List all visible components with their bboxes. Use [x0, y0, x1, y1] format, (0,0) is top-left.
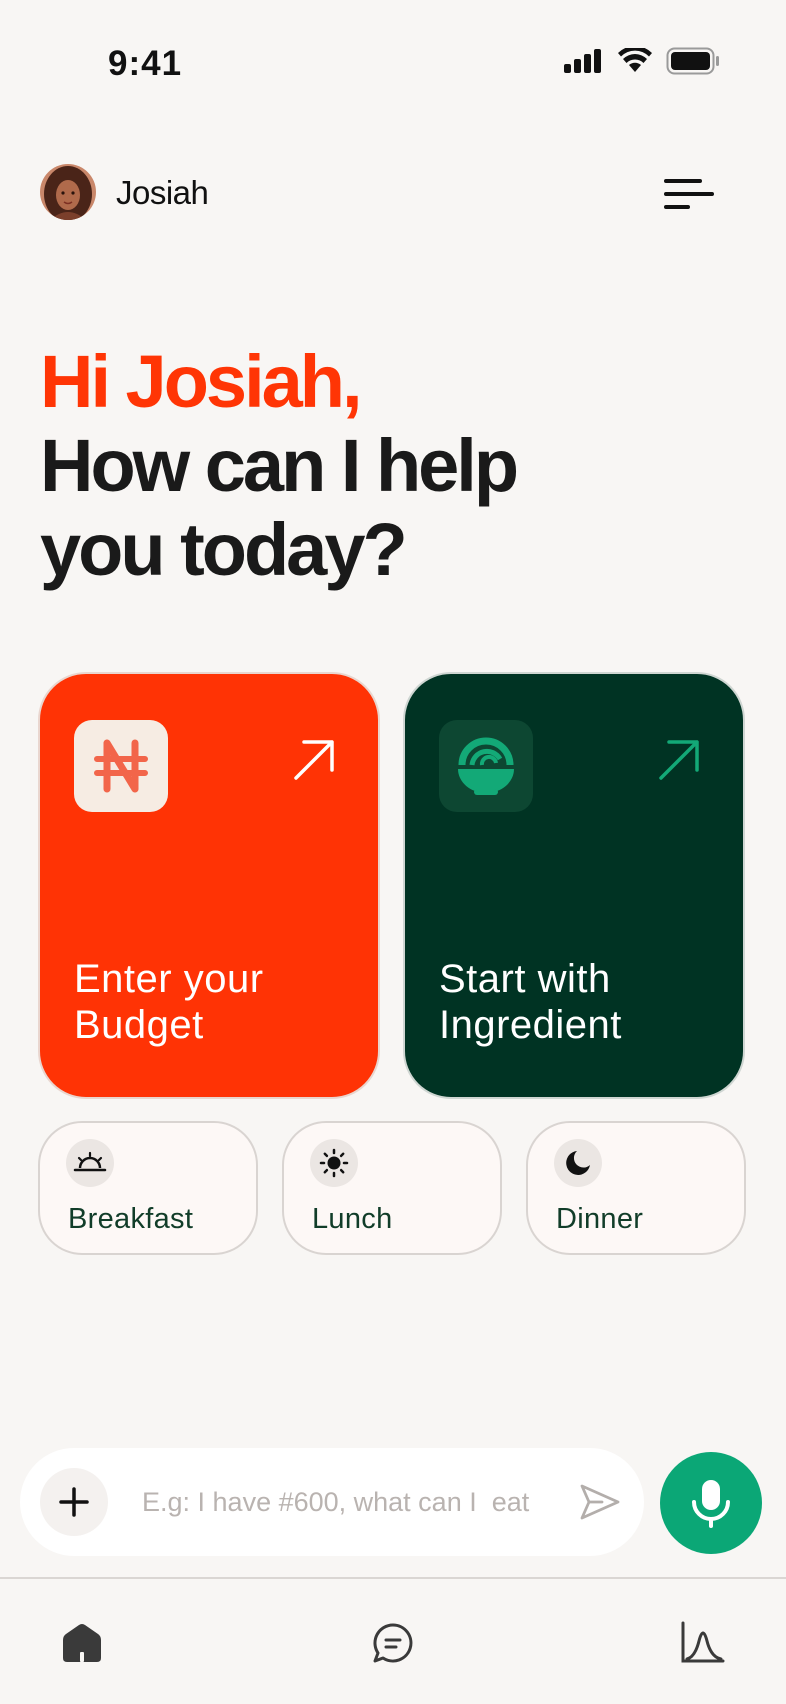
battery-icon [666, 47, 719, 75]
budget-card[interactable]: Enter your Budget [38, 672, 380, 1099]
ingredient-card-label-line1: Start with [439, 957, 611, 1001]
menu-bar [664, 192, 714, 196]
avatar[interactable] [40, 164, 96, 220]
budget-card-label: Enter your Budget [74, 956, 264, 1048]
chat-input[interactable] [142, 1482, 572, 1522]
menu-bar [664, 179, 702, 183]
dinner-chip[interactable]: Dinner [526, 1121, 746, 1255]
budget-card-label-line1: Enter your [74, 957, 264, 1001]
breakfast-label: Breakfast [68, 1203, 194, 1235]
bowl-icon [439, 720, 533, 812]
nav-chat[interactable] [369, 1619, 417, 1667]
lunch-label: Lunch [312, 1203, 393, 1235]
breakfast-chip[interactable]: Breakfast [38, 1121, 258, 1255]
chat-icon [373, 1623, 413, 1663]
arrow-up-right-icon [294, 740, 334, 780]
plus-icon [59, 1487, 89, 1517]
sunrise-icon [66, 1139, 114, 1187]
menu-bar [664, 205, 690, 209]
lunch-chip[interactable]: Lunch [282, 1121, 502, 1255]
ingredient-card-label: Start with Ingredient [439, 956, 622, 1048]
user-name: Josiah [116, 174, 209, 211]
arrow-up-right-icon [659, 740, 699, 780]
budget-card-label-line2: Budget [74, 1003, 204, 1047]
chart-icon [681, 1621, 725, 1663]
wifi-icon [618, 48, 652, 72]
greeting-question-line1: How can I help [40, 424, 519, 507]
signal-icon [564, 49, 601, 73]
ingredient-card[interactable]: Start with Ingredient [403, 672, 745, 1099]
nav-home[interactable] [58, 1619, 106, 1667]
greeting-name: Hi Josiah, [40, 340, 363, 423]
greeting-question-line2: you today? [40, 508, 408, 591]
bottom-nav [0, 1577, 786, 1704]
mic-button[interactable] [660, 1452, 762, 1554]
microphone-icon [692, 1480, 730, 1528]
profile-photo [40, 164, 96, 220]
sun-icon [310, 1139, 358, 1187]
naira-icon [74, 720, 168, 812]
status-time: 9:41 [108, 44, 183, 83]
dinner-label: Dinner [556, 1203, 644, 1235]
status-icons [564, 47, 720, 75]
chat-input-bar [20, 1448, 644, 1556]
ingredient-card-label-line2: Ingredient [439, 1003, 622, 1047]
moon-icon [554, 1139, 602, 1187]
home-icon [63, 1624, 101, 1662]
menu-button[interactable] [664, 172, 720, 216]
nav-stats[interactable] [678, 1619, 726, 1667]
add-button[interactable] [40, 1468, 108, 1536]
greeting: Hi Josiah, How can I help you today? [40, 340, 519, 592]
send-icon[interactable] [578, 1480, 622, 1524]
